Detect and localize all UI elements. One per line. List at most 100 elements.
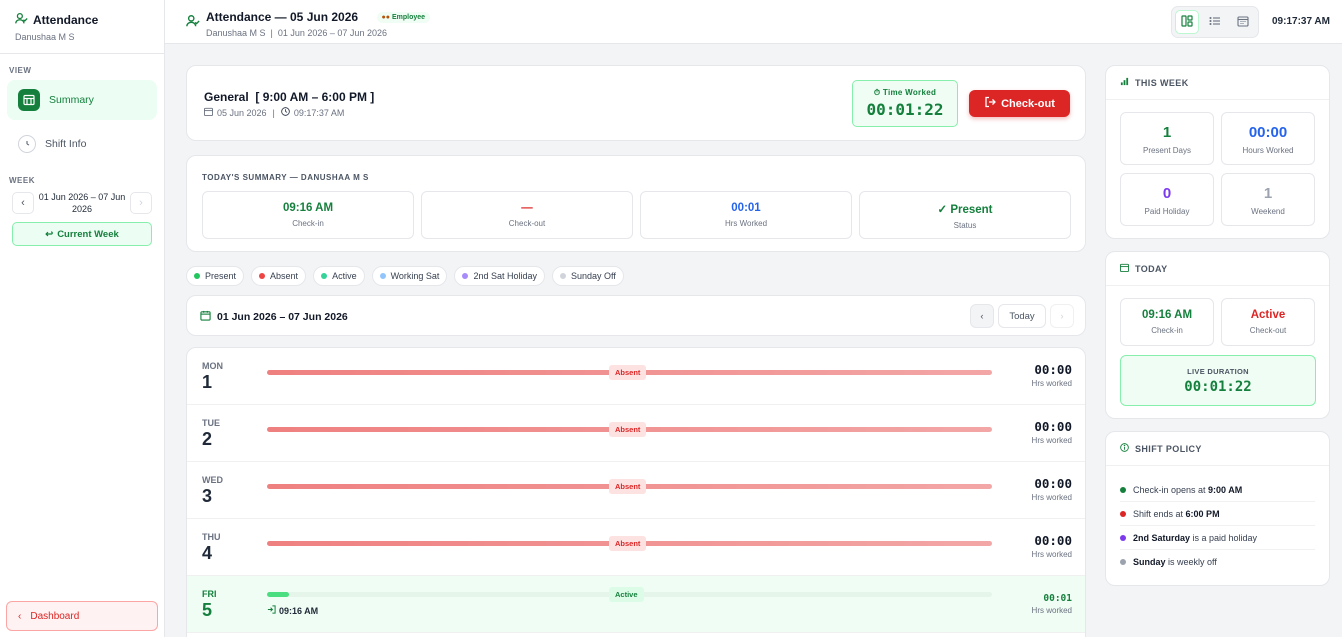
stat-paid-holiday: 0 Paid Holiday	[1120, 173, 1214, 226]
prev-week-button[interactable]: ‹	[12, 192, 34, 214]
policy-dot	[1120, 559, 1126, 565]
status-tag: Absent	[609, 536, 647, 551]
time-worked-value: 00:01:22	[866, 100, 944, 119]
summary-label: Check-in	[292, 219, 324, 228]
this-week-header: THIS WEEK	[1106, 66, 1329, 100]
dashboard-button[interactable]: ‹ Dashboard	[6, 601, 158, 631]
today-header: TODAY	[1106, 252, 1329, 286]
legend-label: Present	[205, 271, 237, 281]
day-row[interactable]: TUE 2 Absent 00:00 Hrs worked	[187, 405, 1085, 462]
hours-label: Hrs worked	[1031, 436, 1072, 445]
bar-chart-icon	[1120, 77, 1129, 88]
day-number: 1	[202, 372, 213, 392]
header-clock: 09:17:37 AM	[1272, 16, 1330, 27]
checkout-label: Check-out	[1001, 97, 1055, 110]
legend-label: Sunday Off	[570, 271, 616, 281]
shift-date: 05 Jun 2026	[217, 107, 267, 118]
day-row-today[interactable]: FRI 5 Active 09:16 AM 00:01 Hrs worked	[187, 576, 1085, 633]
sidebar: Attendance Danushaa M S VIEW Summary Shi…	[0, 0, 165, 637]
top-header: Attendance — 05 Jun 2026 ●● Employee Dan…	[165, 0, 1342, 44]
policy-text-post: is a paid holiday	[1190, 532, 1258, 543]
today-checkout: Active Check-out	[1221, 298, 1315, 346]
legend-label: Absent	[270, 271, 299, 281]
today-button[interactable]: Today	[998, 304, 1046, 328]
legend-label: Active	[332, 271, 357, 281]
stat-label: Hours Worked	[1242, 146, 1294, 155]
policy-list: Check-in opens at 9:00 AM Shift ends at …	[1106, 478, 1329, 574]
live-duration-value: 00:01:22	[1184, 379, 1252, 395]
summary-label: Hrs Worked	[724, 219, 768, 228]
day-row[interactable]: THU 4 Absent 00:00 Hrs worked	[187, 519, 1085, 576]
return-arrow-icon: ↩	[45, 228, 54, 240]
stat-label: Weekend	[1251, 207, 1285, 216]
hours-value: 00:00	[1034, 362, 1072, 377]
status-tag: Absent	[609, 422, 647, 437]
checkout-button[interactable]: Check-out	[969, 90, 1070, 117]
sidebar-item-summary[interactable]: Summary	[7, 80, 157, 120]
calendar-view-button[interactable]	[1231, 10, 1255, 34]
role-badge: ●● Employee	[376, 12, 431, 23]
chevron-left-icon: ‹	[21, 197, 25, 209]
today-checkout-value: Active	[1250, 309, 1286, 321]
calendar-icon	[1237, 15, 1249, 30]
policy-text: Shift ends at 6:00 PM	[1133, 509, 1220, 519]
legend-present: Present	[186, 266, 245, 286]
calendar-icon	[200, 310, 211, 324]
hours-label: Hrs worked	[1031, 550, 1072, 559]
dashboard-label: Dashboard	[30, 610, 80, 622]
hours-worked: 00:00 Hrs worked	[1032, 419, 1072, 445]
hours-value: 00:00	[1034, 533, 1072, 548]
day-number: 3	[202, 486, 213, 506]
policy-text-bold: 9:00 AM	[1208, 484, 1243, 495]
hours-value: 00:01	[1043, 593, 1072, 604]
summary-checkout: — Check-out	[421, 191, 633, 239]
dashboard-view-button[interactable]	[1175, 10, 1199, 34]
policy-dot	[1120, 510, 1126, 517]
policy-text-pre: Shift ends at	[1133, 508, 1186, 519]
list-icon	[1209, 15, 1221, 30]
hours-label: Hrs worked	[1031, 379, 1072, 388]
status-tag: Absent	[609, 479, 647, 494]
sidebar-item-shift-info[interactable]: Shift Info	[7, 124, 157, 164]
view-switcher	[1171, 6, 1259, 38]
stat-label: Paid Holiday	[1144, 207, 1190, 216]
week-section-label: WEEK	[9, 176, 35, 185]
legend-label: 2nd Sat Holiday	[473, 271, 537, 281]
sidebar-user-name: Danushaa M S	[15, 32, 75, 42]
legend-label: Working Sat	[390, 271, 440, 281]
summary-status: ✓ Present Status	[859, 191, 1071, 239]
clock-icon	[18, 135, 36, 153]
stat-weekend: 1 Weekend	[1221, 173, 1315, 226]
day-row[interactable]: WED 3 Absent 00:00 Hrs worked	[187, 462, 1085, 519]
summary-hours: 00:01 Hrs Worked	[640, 191, 852, 239]
next-week-button[interactable]: ›	[130, 192, 152, 214]
policy-item: Check-in opens at 9:00 AM	[1120, 478, 1315, 502]
login-icon	[267, 605, 276, 616]
policy-item: Sunday is weekly off	[1120, 550, 1315, 574]
current-week-button[interactable]: ↩ Current Week	[12, 222, 152, 246]
stat-value: 00:00	[1248, 124, 1288, 141]
next-week-button[interactable]: ›	[1050, 304, 1074, 328]
today-heading: TODAY	[1135, 263, 1168, 274]
summary-label: Status	[953, 221, 977, 230]
chevron-right-icon: ›	[1060, 310, 1064, 322]
calendar-icon	[204, 107, 213, 118]
info-icon	[1120, 443, 1129, 454]
sidebar-item-label: Shift Info	[45, 138, 87, 150]
hours-value: 00:00	[1034, 419, 1072, 434]
day-name: WED	[202, 475, 223, 485]
shift-title: General [ 9:00 AM – 6:00 PM ]	[204, 90, 375, 104]
shift-time: 09:17:37 AM	[293, 107, 345, 118]
layout-icon	[1181, 14, 1193, 30]
legend-dot	[379, 273, 386, 279]
today-summary-card: TODAY'S SUMMARY — DANUSHAA M S 09:16 AM …	[186, 155, 1086, 252]
legend-dot	[462, 273, 469, 279]
prev-week-button[interactable]: ‹	[970, 304, 994, 328]
calendar-icon	[1120, 263, 1129, 274]
day-row[interactable]: MON 1 Absent 00:00 Hrs worked	[187, 348, 1085, 405]
hours-worked: 00:01 Hrs worked	[1032, 593, 1072, 615]
list-view-button[interactable]	[1203, 10, 1227, 34]
day-number: 5	[202, 600, 213, 620]
page-title: Attendance — 05 Jun 2026	[206, 10, 359, 24]
summary-value: ✓ Present	[937, 204, 993, 216]
